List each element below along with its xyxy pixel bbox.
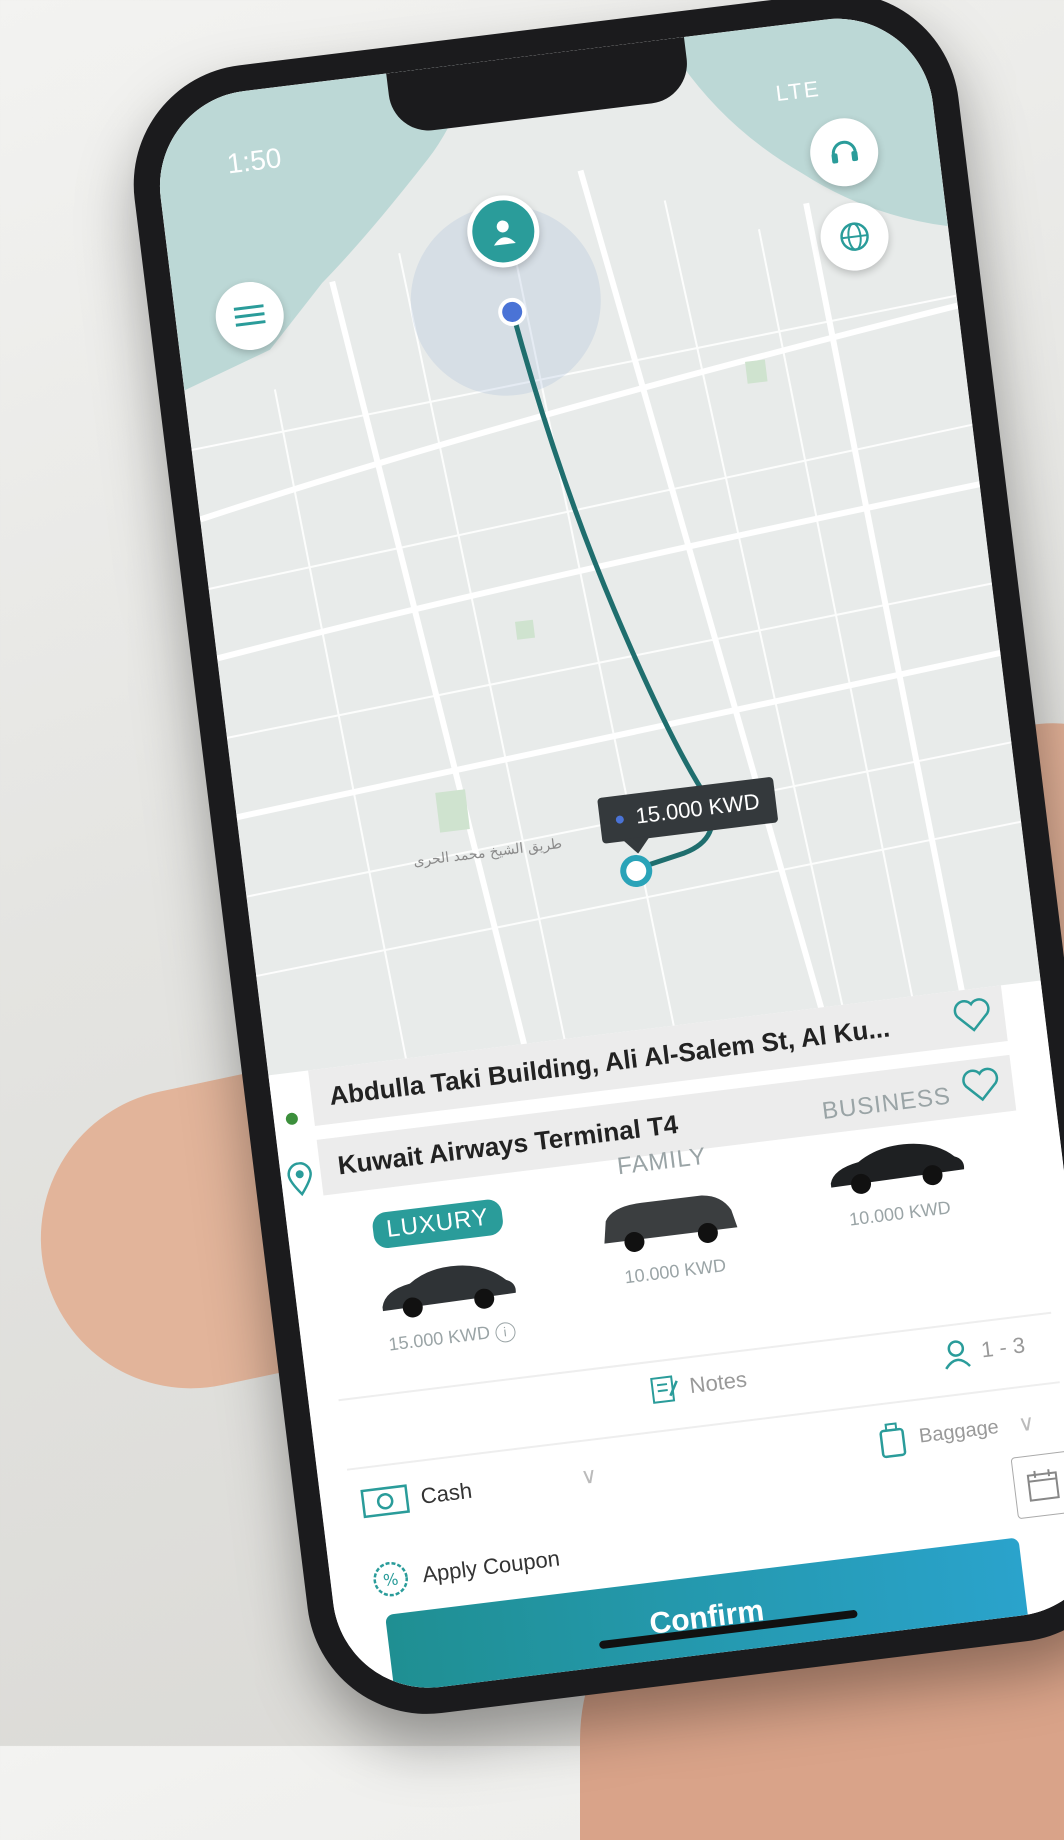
fare-tooltip-label: 15.000 KWD bbox=[634, 788, 762, 829]
person-icon bbox=[945, 1340, 971, 1370]
vehicle-price: 15.000 KWD bbox=[387, 1322, 492, 1355]
notes-label: Notes bbox=[688, 1366, 749, 1399]
phone-screen: طريق الشيخ محمد الحرى 1:50 LTE 15.000 KW… bbox=[148, 7, 1064, 1699]
vehicle-name: LUXURY bbox=[370, 1197, 505, 1250]
dot-icon bbox=[615, 815, 625, 825]
vehicle-option-business[interactable]: BUSINESS 10.000 KWD bbox=[776, 1077, 1011, 1238]
status-network: LTE bbox=[774, 75, 822, 107]
coupon-label: Apply Coupon bbox=[420, 1545, 562, 1588]
location-pin-icon bbox=[287, 1162, 312, 1197]
notes-icon bbox=[650, 1375, 679, 1404]
chevron-down-icon: ∨ bbox=[1016, 1409, 1036, 1437]
heart-icon[interactable] bbox=[950, 995, 994, 1036]
chevron-down-icon: ∨ bbox=[579, 1462, 599, 1490]
globe-icon bbox=[840, 222, 869, 251]
vehicle-option-luxury[interactable]: LUXURY 15.000 KWD i bbox=[326, 1193, 562, 1363]
user-icon bbox=[493, 220, 516, 246]
menu-icon bbox=[233, 304, 266, 327]
baggage-label: Baggage bbox=[917, 1415, 1000, 1448]
phone-frame: طريق الشيخ محمد الحرى 1:50 LTE 15.000 KW… bbox=[120, 0, 1064, 1728]
svg-text:%: % bbox=[382, 1569, 399, 1590]
booking-sheet: Abdulla Taki Building, Ali Al-Salem St, … bbox=[268, 980, 1064, 1699]
sedan-car-icon bbox=[367, 1246, 524, 1328]
headset-icon bbox=[831, 140, 859, 164]
sedan-car-icon bbox=[816, 1123, 973, 1205]
pickup-dot-icon bbox=[285, 1112, 299, 1126]
info-icon[interactable]: i bbox=[493, 1321, 517, 1344]
passengers-count: 1 - 3 bbox=[979, 1332, 1027, 1363]
payment-label: Cash bbox=[419, 1477, 474, 1509]
suv-car-icon bbox=[591, 1181, 748, 1263]
vehicle-option-family[interactable]: FAMILY 10.000 KWD bbox=[551, 1135, 786, 1296]
map-view[interactable]: طريق الشيخ محمد الحرى bbox=[148, 7, 1044, 1096]
luggage-icon bbox=[879, 1422, 907, 1459]
passengers-selector[interactable]: 1 - 3 bbox=[827, 1330, 1027, 1384]
coupon-percent-icon: % bbox=[373, 1561, 408, 1597]
cash-icon bbox=[360, 1484, 410, 1519]
status-time: 1:50 bbox=[225, 142, 284, 180]
